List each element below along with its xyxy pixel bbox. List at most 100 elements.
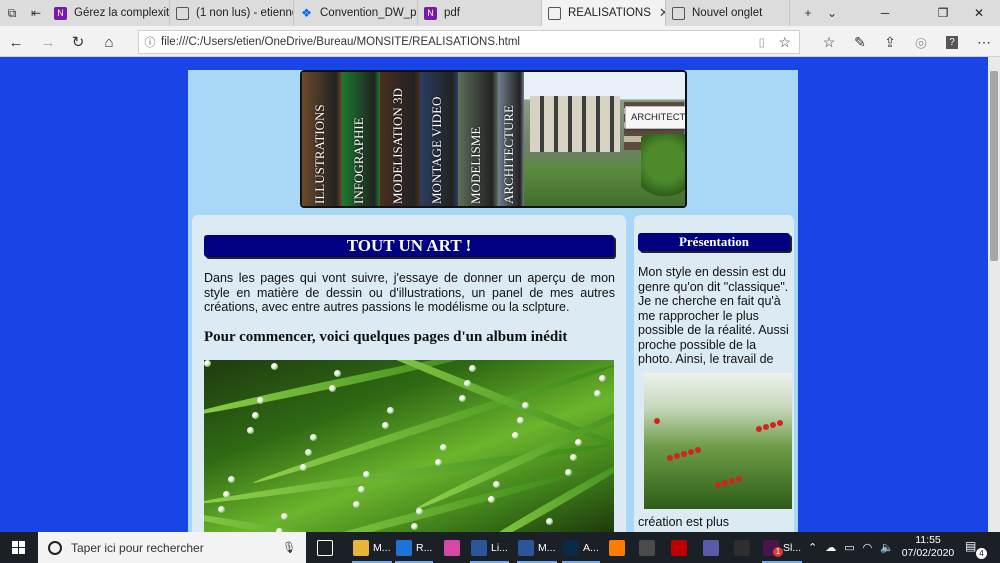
wifi-icon[interactable]: ◠ [863, 541, 873, 554]
water-drop [247, 427, 254, 434]
minimize-icon[interactable]: ─ [862, 0, 908, 26]
flower [756, 426, 762, 432]
extension-icon[interactable]: ◎ [909, 30, 933, 54]
water-drop [334, 370, 341, 377]
share-icon[interactable]: ⇪ [878, 30, 902, 54]
reading-view-icon[interactable]: ▯ [759, 35, 765, 49]
taskbar-app-11[interactable] [731, 532, 753, 563]
sidebar-paragraph-2: création est plus [638, 515, 730, 529]
taskbar-app-label: R... [416, 541, 433, 554]
water-drop [459, 395, 466, 402]
pen-icon[interactable]: ✎ [848, 30, 872, 54]
dropbox-icon: ❖ [301, 6, 312, 20]
task-view-icon[interactable] [314, 532, 336, 563]
sidebar-column: Présentation Mon style en dessin est du … [634, 215, 794, 532]
tab-2[interactable]: ❖ Convention_DW_per [294, 0, 418, 26]
chevron-down-icon[interactable]: ⌄ [820, 0, 844, 26]
info-icon[interactable]: ⓘ [139, 34, 161, 50]
water-drop [305, 449, 312, 456]
set-aside-tabs-icon[interactable]: ⇤ [24, 0, 48, 26]
tab-3[interactable]: N pdf [418, 0, 542, 26]
banner-strip-3[interactable]: MODELISATION 3D [380, 72, 420, 206]
tab-actions-icon[interactable]: ⧉ [0, 0, 24, 26]
taskbar-search[interactable]: Taper ici pour rechercher 🎙 [38, 532, 306, 563]
scrollbar[interactable] [988, 57, 1000, 532]
back-icon[interactable]: ← [4, 30, 28, 54]
banner-strip-label: INFOGRAPHIE [351, 117, 366, 204]
taskbar-app-5[interactable]: M... [515, 532, 559, 563]
tab-5[interactable]: Nouvel onglet [666, 0, 790, 26]
photoshop-icon [563, 539, 579, 556]
taskbar-app-4[interactable]: Li... [468, 532, 511, 563]
microphone-icon[interactable]: 🎙 [282, 541, 296, 554]
banner-strip-5[interactable]: MODELISME [458, 72, 498, 206]
sidebar-paragraph: Mon style en dessin est du genre qu'on d… [638, 265, 789, 366]
page-container: ILLUSTRATIONS INFOGRAPHIE MODELISATION 3D M… [188, 70, 798, 532]
water-drop [488, 496, 495, 503]
close-window-icon[interactable]: ✕ [956, 0, 1000, 26]
app-badge: 1 [773, 547, 783, 557]
banner-strip-6[interactable]: ARCHITECTURE [498, 72, 524, 206]
scroll-thumb[interactable] [990, 71, 998, 261]
taskbar-app-2[interactable]: R... [393, 532, 435, 563]
main-column: TOUT UN ART ! Dans les pages qui vont su… [192, 215, 626, 532]
taskbar-app-1[interactable]: M... [350, 532, 394, 563]
home-icon[interactable]: ⌂ [97, 30, 121, 54]
grass-illustration [204, 360, 614, 532]
taskbar-app-3[interactable] [441, 532, 463, 563]
favorites-icon[interactable]: ☆ [817, 30, 841, 54]
banner-strip-2[interactable]: INFOGRAPHIE [342, 72, 380, 206]
flower [688, 449, 694, 455]
taskbar-app-8[interactable] [636, 532, 658, 563]
water-drop [358, 486, 365, 493]
banner-strip-label: MODELISME [468, 126, 483, 204]
banner-strip-label: MONTAGE VIDEO [429, 96, 444, 204]
notifications-icon[interactable]: ▤ 4 [965, 539, 987, 559]
taskbar-app-12[interactable]: 1 Sl... [760, 532, 804, 563]
forward-icon[interactable]: → [36, 30, 60, 54]
more-icon[interactable]: ⋯ [972, 30, 996, 54]
main-title: TOUT UN ART ! [204, 235, 614, 257]
onenote-icon: N [54, 6, 67, 20]
start-button[interactable] [0, 532, 36, 563]
water-drop [565, 469, 572, 476]
tab-0[interactable]: N Gérez la complexité . [48, 0, 170, 26]
flower [674, 453, 680, 459]
tab-1[interactable]: (1 non lus) - etiennd [170, 0, 294, 26]
water-drop [512, 432, 519, 439]
water-drop [469, 365, 476, 372]
url-input[interactable]: ⓘ file:///C:/Users/etien/OneDrive/Bureau… [138, 30, 800, 54]
tab-label: Nouvel onglet [692, 7, 763, 19]
water-drop [228, 476, 235, 483]
water-drop [252, 412, 259, 419]
url-text: file:///C:/Users/etien/OneDrive/Bureau/M… [161, 36, 520, 48]
taskbar-app-6[interactable]: A... [560, 532, 602, 563]
water-drop [599, 375, 606, 382]
volume-icon[interactable]: 🔈 [880, 541, 894, 554]
taskbar-app-9[interactable] [668, 532, 690, 563]
tab-label: pdf [444, 7, 460, 19]
clock[interactable]: 11:55 07/02/2020 [898, 534, 958, 560]
water-drop [257, 397, 264, 404]
water-drop [594, 390, 601, 397]
refresh-icon[interactable]: ↻ [66, 30, 90, 54]
close-tab-icon[interactable]: ✕ [659, 5, 665, 21]
newtab-icon [672, 6, 685, 20]
sublime-icon [639, 539, 655, 556]
architecture-photo [524, 72, 685, 206]
tray-chevron-icon[interactable]: ⌃ [808, 541, 817, 554]
help-icon[interactable]: ? [946, 35, 958, 49]
water-drop [281, 513, 288, 520]
onedrive-icon[interactable]: ☁ [825, 541, 836, 554]
favorite-star-icon[interactable]: ☆ [778, 34, 791, 51]
new-tab-icon[interactable]: + [796, 0, 820, 26]
taskbar-app-10[interactable] [700, 532, 722, 563]
folder-icon [353, 539, 369, 556]
banner-strip-4[interactable]: MONTAGE VIDEO [420, 72, 458, 206]
taskbar-app-7[interactable] [606, 532, 628, 563]
water-drop [363, 471, 370, 478]
water-drop [464, 380, 471, 387]
tab-4[interactable]: REALISATIONS ✕ [542, 0, 666, 26]
battery-icon[interactable]: ▭ [844, 541, 854, 554]
banner-strip-1[interactable]: ILLUSTRATIONS [302, 72, 342, 206]
